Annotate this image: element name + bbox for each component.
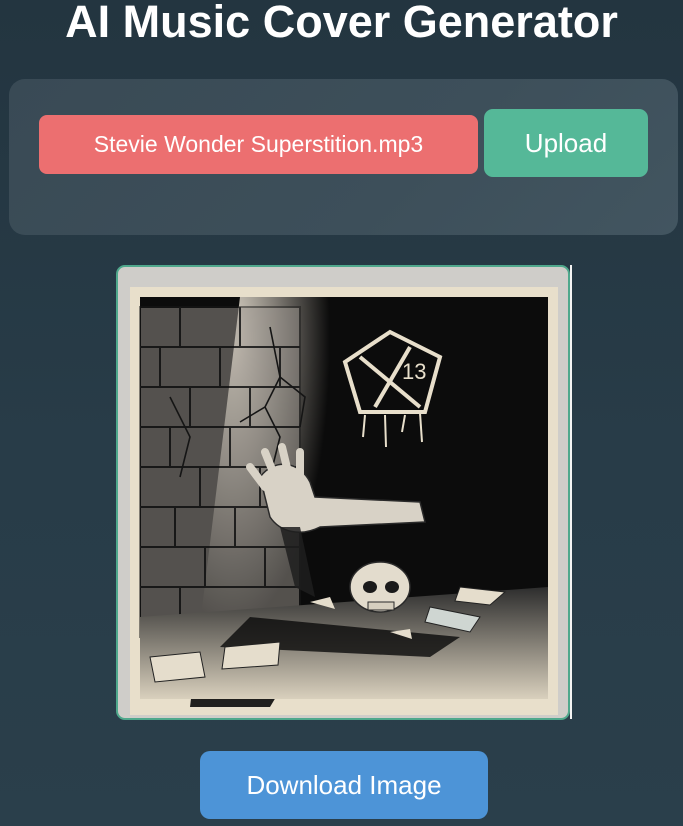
file-input[interactable]: Stevie Wonder Superstition.mp3	[39, 115, 478, 174]
upload-button[interactable]: Upload	[484, 109, 648, 177]
cover-badge-number: 13	[402, 359, 426, 384]
page-title: AI Music Cover Generator	[65, 0, 618, 47]
upload-panel: Stevie Wonder Superstition.mp3 Upload	[9, 79, 678, 235]
cover-edge-line	[570, 265, 572, 719]
cover-artwork: 13	[130, 287, 558, 715]
download-image-button[interactable]: Download Image	[200, 751, 488, 819]
generated-cover-image: 13	[116, 265, 570, 720]
